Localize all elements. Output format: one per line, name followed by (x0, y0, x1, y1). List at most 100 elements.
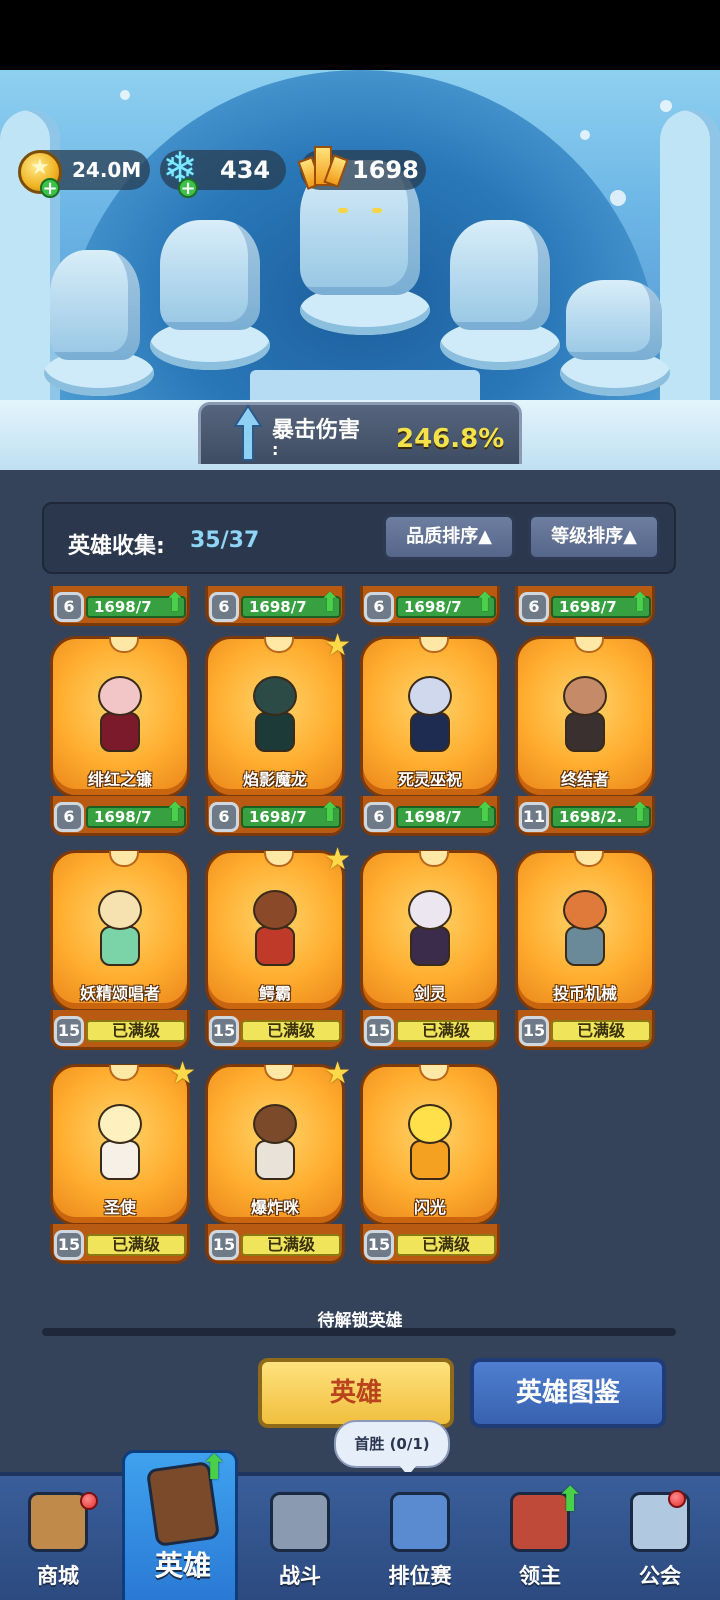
snowflake-decor (660, 100, 672, 112)
hero-portrait (390, 874, 470, 974)
hero-portrait (235, 660, 315, 760)
hero-portrait-body (255, 712, 295, 752)
hero-name: 闪光 (413, 1198, 446, 1217)
hero-card[interactable]: 妖精颂唱者 15 已满级 (50, 850, 190, 1050)
shop-chest-icon (28, 1492, 88, 1552)
hero-name: 投币机械 (552, 984, 617, 1003)
hero-name: 焰影魔龙 (242, 770, 307, 789)
level-badge: 15 (364, 1016, 394, 1046)
hero-portrait-body (255, 926, 295, 966)
hero-portrait-body (100, 926, 140, 966)
hero-card[interactable]: 圣使 ★ 15 已满级 (50, 1056, 196, 1264)
hero-card-partial[interactable]: 6 1698/7 ⬆ (205, 586, 345, 626)
hero-card[interactable]: 鳄霸 ★ 15 已满级 (205, 842, 351, 1050)
app-root: 24.0M + 434 ❄ + 1698 暴击伤害 : 246.8% 英雄收集:… (0, 0, 720, 1600)
hero-card[interactable]: 爆炸咪 ★ 15 已满级 (205, 1056, 351, 1264)
upgrade-arrow-icon[interactable]: ⬆ (319, 590, 345, 618)
hero-portrait-head (563, 676, 607, 716)
hero-portrait (235, 874, 315, 974)
collection-label: 英雄收集: (68, 534, 165, 559)
crit-damage-colon: : (272, 440, 279, 459)
nav-item-shop[interactable]: 商城 (0, 1476, 116, 1600)
sort-by-quality-button[interactable]: 品质排序▲ (383, 514, 515, 560)
nav-label: 排位赛 (388, 1564, 452, 1588)
hero-card[interactable]: 焰影魔龙 ★ 6 1698/7 ⬆ (205, 628, 351, 836)
nav-item-ranked[interactable]: 排位赛 (362, 1476, 478, 1600)
ice-pillar-right (660, 110, 720, 410)
hero-portrait-head (253, 676, 297, 716)
hero-name: 圣使 (103, 1198, 136, 1217)
upgrade-arrow-icon[interactable]: ⬆ (164, 800, 190, 828)
ice-statue-griffin (160, 220, 260, 330)
dragon-eye (338, 208, 348, 213)
upgrade-available-icon: ⬆ (556, 1480, 585, 1520)
upgrade-available-icon: ⬆ (200, 1448, 229, 1488)
add-gem-icon[interactable]: + (178, 178, 198, 198)
hero-card[interactable]: 投币机械 15 已满级 (515, 850, 655, 1050)
add-gold-icon[interactable]: + (40, 178, 60, 198)
gold-crystal-icon (296, 142, 349, 194)
gold-amount: 24.0M (72, 158, 142, 182)
rank-shield-icon (390, 1492, 450, 1552)
upgrade-arrow-icon[interactable]: ⬆ (629, 800, 655, 828)
nav-item-guild[interactable]: 公会 (602, 1476, 718, 1600)
snowflake-decor (580, 130, 590, 140)
upgrade-arrow-icon[interactable]: ⬆ (319, 800, 345, 828)
nav-label: 商城 (37, 1564, 79, 1588)
sort-level-label: 等级排序 (551, 526, 624, 547)
tab-hero-atlas[interactable]: 英雄图鉴 (470, 1358, 666, 1428)
level-badge: 6 (364, 802, 394, 832)
hero-card[interactable]: 死灵巫祝 6 1698/7 ⬆ (360, 636, 500, 836)
nav-item-battle[interactable]: 战斗 (242, 1476, 358, 1600)
sort-quality-label: 品质排序 (406, 526, 479, 547)
level-badge: 15 (364, 1230, 394, 1260)
hero-portrait-body (100, 712, 140, 752)
level-badge: 6 (209, 802, 239, 832)
ice-statue-slot-machine (566, 280, 662, 360)
level-badge: 6 (209, 592, 239, 622)
hero-portrait (235, 1088, 315, 1188)
upgrade-arrow-icon[interactable]: ⬆ (164, 590, 190, 618)
crit-damage-value: 246.8% (396, 424, 505, 454)
hero-name: 妖精颂唱者 (79, 984, 160, 1003)
tab-hero[interactable]: 英雄 (258, 1358, 454, 1428)
star-icon: ★ (169, 1056, 196, 1091)
hero-portrait-body (255, 1140, 295, 1180)
level-badge: 11 (519, 802, 549, 832)
upgrade-arrow-icon[interactable]: ⬆ (629, 590, 655, 618)
hero-card-partial[interactable]: 6 1698/7 ⬆ (515, 586, 655, 626)
hero-card-partial[interactable]: 6 1698/7 ⬆ (360, 586, 500, 626)
hero-name: 爆炸咪 (250, 1198, 299, 1217)
first-win-bubble: 首胜 (0/1) (334, 1420, 450, 1476)
hero-card[interactable]: 绯红之镰 6 1698/7 ⬆ (50, 636, 190, 836)
hero-card-partial[interactable]: 6 1698/7 ⬆ (50, 586, 190, 626)
hero-portrait-head (563, 890, 607, 930)
hero-portrait-head (253, 890, 297, 930)
hero-portrait-head (98, 676, 142, 716)
hero-portrait-head (408, 890, 452, 930)
gem-amount: 434 (220, 156, 271, 184)
hero-name: 鳄霸 (258, 984, 291, 1003)
up-arrow-icon (233, 404, 263, 461)
nav-label: 英雄 (154, 1549, 211, 1582)
star-icon: ★ (324, 1056, 351, 1091)
snowflake-decor (120, 90, 130, 100)
level-badge: 6 (54, 802, 84, 832)
hero-portrait-head (98, 1104, 142, 1144)
level-badge: 15 (54, 1230, 84, 1260)
hero-portrait (390, 1088, 470, 1188)
hero-card[interactable]: 剑灵 15 已满级 (360, 850, 500, 1050)
hero-portrait-body (410, 926, 450, 966)
sort-by-level-button[interactable]: 等级排序▲ (528, 514, 660, 560)
upgrade-arrow-icon[interactable]: ⬆ (474, 800, 500, 828)
hero-name: 死灵巫祝 (397, 770, 462, 789)
notification-dot-icon (668, 1490, 686, 1508)
hero-portrait-body (100, 1140, 140, 1180)
crit-damage-label: 暴击伤害 (272, 418, 361, 443)
level-badge: 6 (519, 592, 549, 622)
hero-card[interactable]: 终结者 11 1698/2. ⬆ (515, 636, 655, 836)
sort-arrow-icon: ▲ (623, 526, 637, 547)
hero-card[interactable]: 闪光 15 已满级 (360, 1064, 500, 1264)
level-badge: 15 (209, 1016, 239, 1046)
upgrade-arrow-icon[interactable]: ⬆ (474, 590, 500, 618)
